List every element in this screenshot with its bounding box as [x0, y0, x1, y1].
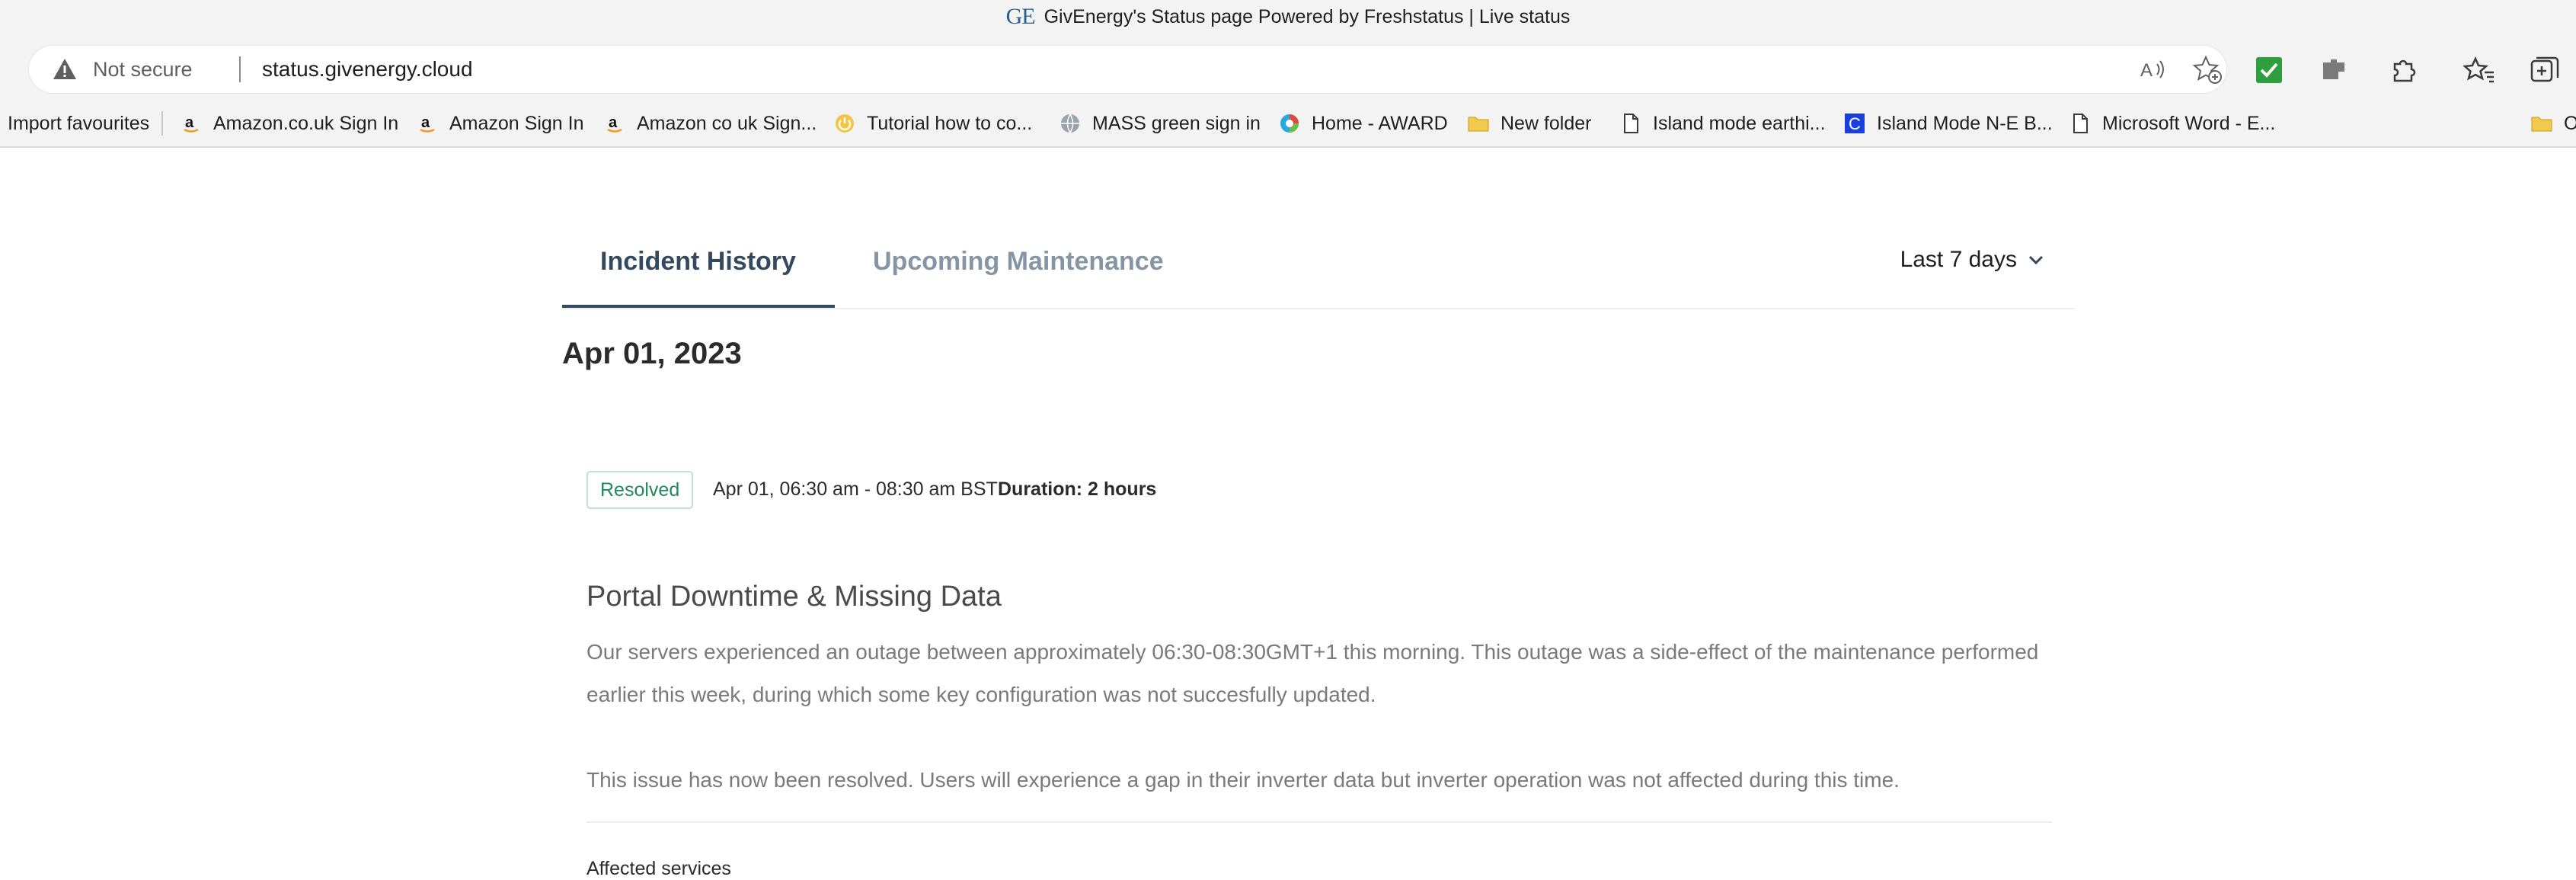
bookmark-island-mode-earthing[interactable]: Island mode earthi...: [1619, 101, 1826, 146]
history-tabs: Incident History Upcoming Maintenance La…: [562, 229, 2075, 309]
puzzle-extension-icon[interactable]: [2319, 55, 2351, 85]
window-title: GivEnergy's Status page Powered by Fresh…: [1044, 5, 1571, 27]
bookmark-tutorial[interactable]: Tutorial how to co...: [833, 101, 1032, 146]
url-text[interactable]: status.givenergy.cloud: [262, 57, 473, 82]
bookmark-amazon-co-uk-sign-trunc[interactable]: a Amazon co uk Sign...: [603, 101, 817, 146]
folder-icon: [1468, 117, 1489, 132]
globe-icon: [1061, 114, 1079, 133]
amazon-icon: a: [184, 114, 199, 133]
svg-text:a: a: [185, 114, 194, 131]
bookmark-amazon-co-uk-sign-in[interactable]: a Amazon.co.uk Sign In: [180, 101, 398, 146]
chevron-down-icon: [2028, 255, 2044, 265]
date-heading: Apr 01, 2023: [562, 337, 742, 370]
c-icon: C: [1845, 114, 1865, 133]
bookmark-label: Import favourites: [8, 112, 150, 134]
incident-paragraph: This issue has now been resolved. Users …: [586, 768, 1900, 792]
bookmark-home-award[interactable]: Home - AWARD: [1278, 101, 1448, 146]
favorites-icon[interactable]: [2463, 55, 2495, 85]
bookmark-microsoft-word[interactable]: Microsoft Word - E...: [2069, 101, 2275, 146]
bookmark-label: O: [2564, 113, 2576, 135]
bookmark-label: Tutorial how to co...: [867, 112, 1033, 134]
incident-title: Portal Downtime & Missing Data: [586, 580, 1002, 613]
bookmark-label: Home - AWARD: [1312, 112, 1448, 134]
status-badge: Resolved: [586, 471, 694, 509]
bookmarks-divider: [161, 111, 163, 136]
collections-icon[interactable]: [2529, 55, 2561, 85]
bookmark-island-mode-ne[interactable]: C Island Mode N-E B...: [1843, 101, 2053, 146]
bookmark-label: MASS green sign in: [1092, 112, 1261, 134]
incident-paragraph: Our servers experienced an outage betwee…: [586, 640, 2039, 706]
bookmark-label: New folder: [1501, 112, 1592, 134]
bookmark-label: Amazon.co.uk Sign In: [213, 112, 399, 134]
bookmark-label: Microsoft Word - E...: [2102, 112, 2276, 134]
folder-icon: [2531, 117, 2552, 132]
address-bar[interactable]: Not secure status.givenergy.cloud A: [29, 46, 2226, 93]
warning-triangle-icon[interactable]: [52, 57, 78, 82]
edge-icon: [1280, 114, 1299, 133]
extensions-icon[interactable]: [2387, 55, 2419, 85]
bookmark-label: Amazon co uk Sign...: [637, 112, 817, 134]
page-icon: [2073, 114, 2088, 133]
date-range-dropdown[interactable]: Last 7 days: [1900, 247, 2044, 273]
active-tab-indicator: [562, 305, 835, 308]
power-icon: [836, 114, 854, 133]
incident-duration: Duration: 2 hours: [998, 478, 1157, 500]
incident-divider: [586, 821, 2052, 823]
bookmark-other-folder[interactable]: O: [2530, 101, 2576, 146]
browser-title-bar: GE GivEnergy's Status page Powered by Fr…: [0, 0, 2576, 40]
amazon-icon: a: [420, 114, 435, 133]
svg-text:A: A: [2140, 60, 2153, 81]
page-icon: [1624, 114, 1638, 133]
address-row: Not secure status.givenergy.cloud A: [0, 40, 2576, 101]
svg-text:C: C: [1849, 114, 1861, 133]
bookmark-mass-green[interactable]: MASS green sign in: [1059, 101, 1261, 146]
read-aloud-icon[interactable]: A: [2139, 56, 2168, 82]
bookmark-label: Amazon Sign In: [449, 112, 584, 134]
bookmark-amazon-sign-in[interactable]: a Amazon Sign In: [416, 101, 584, 146]
bookmark-label: Island Mode N-E B...: [1877, 112, 2053, 134]
bookmark-label: Island mode earthi...: [1653, 112, 1826, 134]
check-extension-icon[interactable]: [2253, 55, 2285, 85]
svg-text:a: a: [421, 114, 430, 131]
incident-description: Our servers experienced an outage betwee…: [586, 631, 2052, 802]
logo-text: GE: [1005, 4, 1036, 29]
date-range-label: Last 7 days: [1900, 247, 2017, 272]
bookmarks-bar: Import favourites a Amazon.co.uk Sign In…: [0, 101, 2576, 148]
incident-time-range: Apr 01, 06:30 am - 08:30 am BST: [713, 478, 998, 500]
bookmark-import-favourites[interactable]: Import favourites: [8, 101, 149, 146]
svg-text:a: a: [609, 114, 618, 131]
amazon-icon: a: [607, 114, 622, 133]
tab-upcoming-maintenance[interactable]: Upcoming Maintenance: [873, 247, 1164, 277]
bookmark-new-folder[interactable]: New folder: [1467, 101, 1592, 146]
site-favicon-logo: GE: [1005, 4, 1036, 29]
tab-incident-history[interactable]: Incident History: [600, 247, 796, 277]
address-separator: [239, 56, 241, 82]
add-favorite-icon[interactable]: [2192, 55, 2223, 84]
security-status-label[interactable]: Not secure: [93, 58, 193, 82]
